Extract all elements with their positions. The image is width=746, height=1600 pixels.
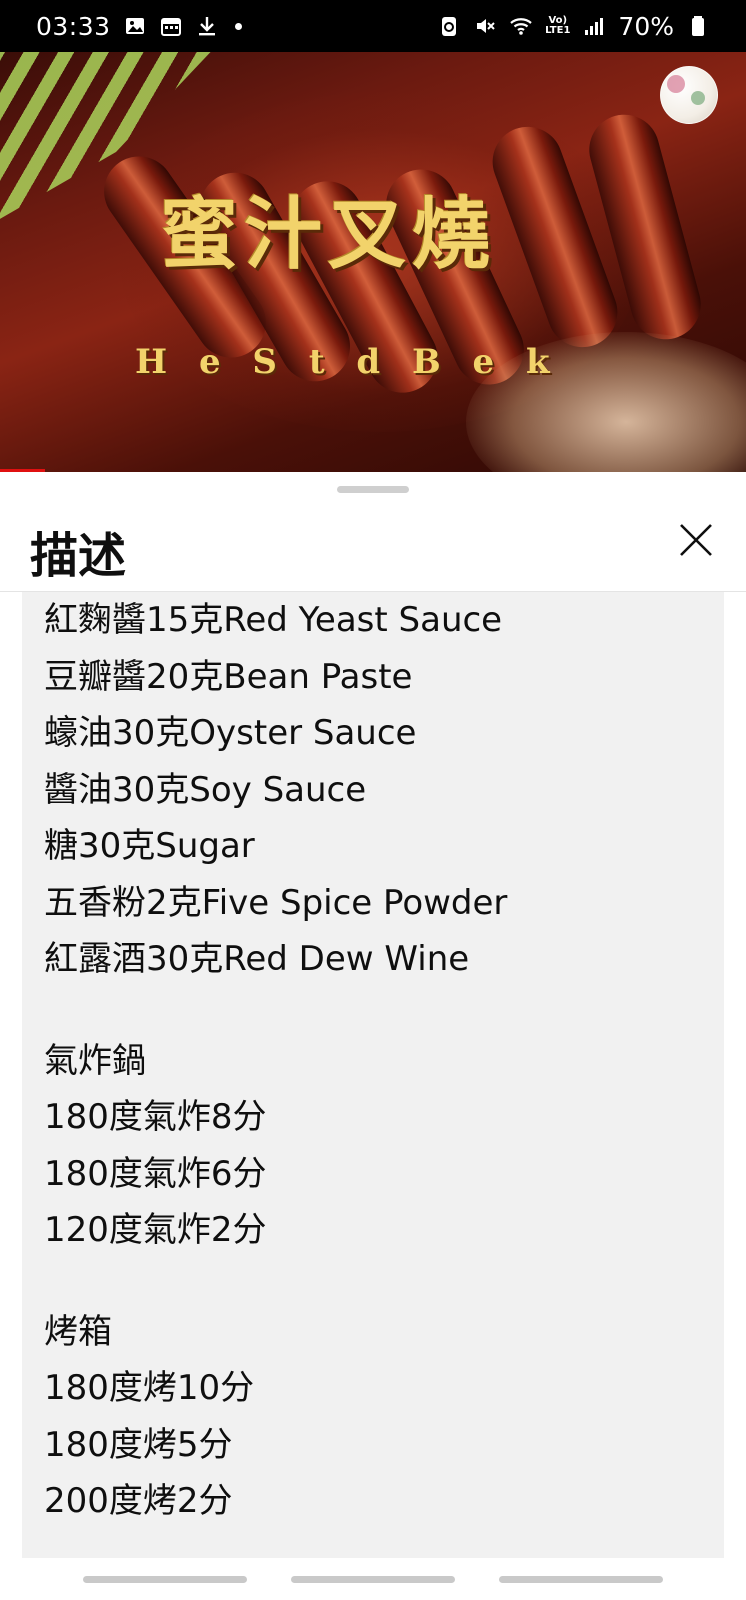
video-player[interactable]: 蜜汁叉燒 H e S t d B e k [0, 52, 746, 472]
description-line: 烤箱 [44, 1311, 112, 1352]
description-text: 紅麴醬15克Red Yeast Sauce 豆瓣醬20克Bean Paste 蠔… [44, 592, 704, 1530]
description-line: 120度氣炸2分 [44, 1210, 267, 1250]
description-line: 氣炸鍋 [44, 1040, 146, 1081]
gesture-nav-bar [0, 1558, 746, 1600]
description-line: 醬油30克Soy Sauce [44, 769, 367, 810]
video-subtitle-overlay: H e S t d B e k [135, 342, 560, 382]
calendar-icon [159, 14, 183, 38]
wifi-icon [509, 14, 533, 38]
status-bar: 03:33 Vo) LTE1 70% [0, 0, 746, 52]
status-right: Vo) LTE1 70% [437, 12, 710, 41]
channel-logo[interactable] [660, 66, 718, 124]
description-line: 紅麴醬15克Red Yeast Sauce [44, 600, 503, 640]
description-line: 糖30克Sugar [44, 826, 255, 866]
gallery-icon [123, 14, 147, 38]
notification-dot [234, 22, 242, 30]
description-line: 180度氣炸6分 [44, 1153, 267, 1194]
nav-pill[interactable] [83, 1575, 247, 1583]
status-left: 03:33 [36, 12, 242, 41]
description-content[interactable]: 紅麴醬15克Red Yeast Sauce 豆瓣醬20克Bean Paste 蠔… [22, 592, 724, 1592]
description-line: 蠔油30克Oyster Sauce [44, 713, 417, 753]
close-icon [680, 524, 712, 556]
description-line: 五香粉2克Five Spice Powder [44, 882, 508, 923]
nav-pill[interactable] [291, 1575, 455, 1583]
close-button[interactable] [668, 512, 724, 568]
battery-percent: 70% [618, 11, 674, 41]
mute-icon [473, 14, 497, 38]
download-icon [195, 14, 219, 38]
nav-pill[interactable] [499, 1575, 663, 1583]
volte-icon: Vo) LTE1 [545, 16, 570, 36]
video-title-overlay: 蜜汁叉燒 [160, 189, 497, 280]
description-line: 180度氣炸8分 [44, 1097, 267, 1137]
description-sheet: 描述 紅麴醬15克Red Yeast Sauce 豆瓣醬20克Bean Past… [0, 472, 746, 1600]
nfc-icon [437, 14, 461, 38]
volte-line2: LTE1 [545, 25, 571, 36]
battery-icon [686, 14, 710, 38]
drag-handle[interactable] [337, 486, 409, 493]
description-line: 紅露酒30克Red Dew Wine [44, 939, 470, 979]
description-line: 豆瓣醬20克Bean Paste [44, 656, 413, 697]
screen: 03:33 Vo) LTE1 70% 蜜汁叉燒 H e S t d B e k … [0, 0, 746, 1600]
status-time: 03:33 [36, 11, 111, 41]
description-line: 180度烤5分 [44, 1424, 233, 1465]
signal-icon [582, 14, 606, 38]
description-line: 200度烤2分 [44, 1481, 233, 1521]
sheet-header: 描述 [0, 502, 746, 592]
description-line: 180度烤10分 [44, 1368, 255, 1408]
sheet-title: 描述 [30, 528, 127, 584]
